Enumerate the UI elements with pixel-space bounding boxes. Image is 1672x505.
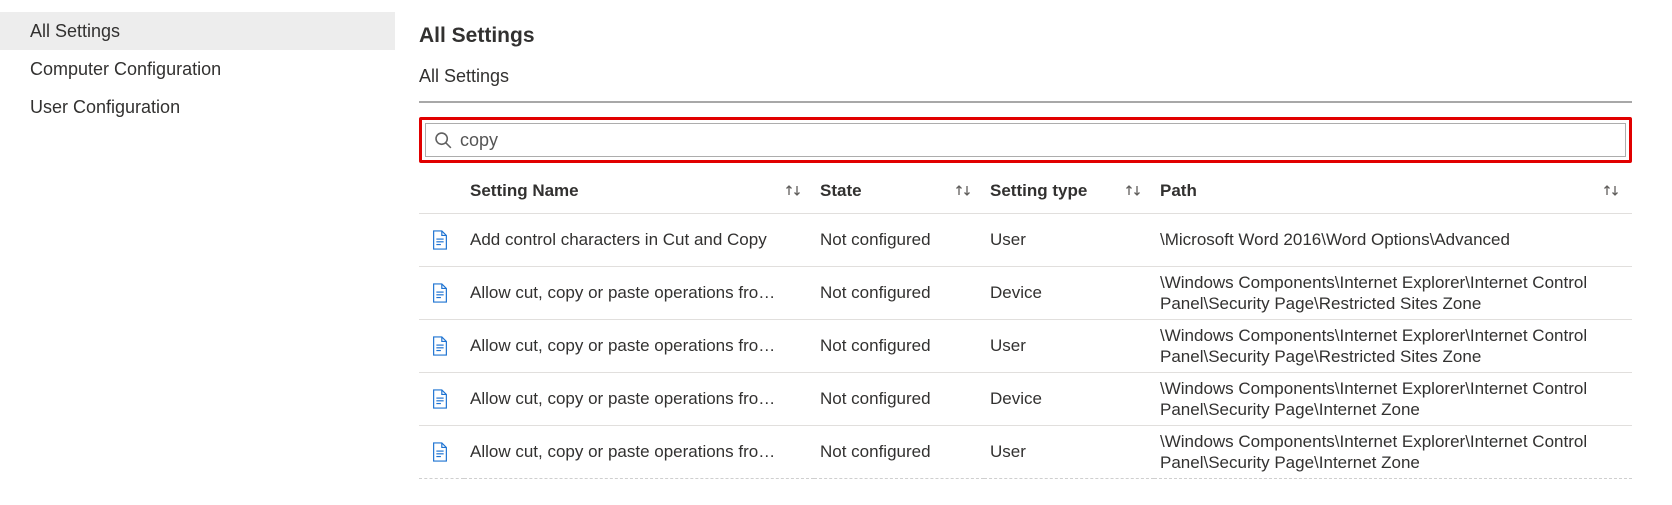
sort-icon[interactable] xyxy=(954,183,974,204)
cell-setting-type: User xyxy=(990,230,1026,249)
breadcrumb[interactable]: All Settings xyxy=(419,66,1632,87)
sidebar: All Settings Computer Configuration User… xyxy=(0,0,395,505)
column-header-state[interactable]: State xyxy=(814,171,984,214)
cell-state: Not configured xyxy=(820,336,931,355)
cell-setting-name: Allow cut, copy or paste operations fro… xyxy=(470,336,808,356)
column-header-label: State xyxy=(820,181,862,200)
cell-state: Not configured xyxy=(820,389,931,408)
settings-table-body: Add control characters in Cut and Copy N… xyxy=(419,214,1632,479)
table-row[interactable]: Allow cut, copy or paste operations fro…… xyxy=(419,267,1632,320)
cell-state: Not configured xyxy=(820,442,931,461)
table-row[interactable]: Add control characters in Cut and Copy N… xyxy=(419,214,1632,267)
cell-state: Not configured xyxy=(820,283,931,302)
column-header-label: Setting type xyxy=(990,181,1087,200)
search-highlight-box xyxy=(419,117,1632,163)
column-header-setting-name[interactable]: Setting Name xyxy=(464,171,814,214)
sort-icon[interactable] xyxy=(1124,183,1144,204)
sort-icon[interactable] xyxy=(784,183,804,204)
sort-icon[interactable] xyxy=(1602,183,1622,204)
cell-path: \Windows Components\Internet Explorer\In… xyxy=(1160,379,1587,419)
sidebar-item-computer-configuration[interactable]: Computer Configuration xyxy=(0,50,395,88)
cell-setting-name: Allow cut, copy or paste operations fro… xyxy=(470,442,808,462)
search-box[interactable] xyxy=(425,123,1626,157)
divider xyxy=(419,101,1632,103)
column-header-label: Path xyxy=(1160,181,1197,200)
page-title: All Settings xyxy=(419,24,1632,48)
cell-path: \Microsoft Word 2016\Word Options\Advanc… xyxy=(1160,230,1510,249)
document-icon xyxy=(431,389,449,409)
settings-table: Setting Name State xyxy=(419,171,1632,479)
cell-path: \Windows Components\Internet Explorer\In… xyxy=(1160,432,1587,472)
document-icon xyxy=(431,336,449,356)
cell-state: Not configured xyxy=(820,230,931,249)
sidebar-item-all-settings[interactable]: All Settings xyxy=(0,12,395,50)
document-icon xyxy=(431,283,449,303)
cell-path: \Windows Components\Internet Explorer\In… xyxy=(1160,326,1587,366)
table-row[interactable]: Allow cut, copy or paste operations fro…… xyxy=(419,426,1632,479)
column-header-path[interactable]: Path xyxy=(1154,171,1632,214)
cell-setting-type: Device xyxy=(990,283,1042,302)
cell-setting-type: Device xyxy=(990,389,1042,408)
document-icon xyxy=(431,442,449,462)
column-header-label: Setting Name xyxy=(470,181,579,200)
table-row[interactable]: Allow cut, copy or paste operations fro…… xyxy=(419,373,1632,426)
search-icon xyxy=(434,131,452,149)
cell-setting-type: User xyxy=(990,442,1026,461)
table-row[interactable]: Allow cut, copy or paste operations fro…… xyxy=(419,320,1632,373)
cell-setting-type: User xyxy=(990,336,1026,355)
search-input[interactable] xyxy=(452,130,1617,151)
cell-path: \Windows Components\Internet Explorer\In… xyxy=(1160,273,1587,313)
document-icon xyxy=(431,230,449,250)
cell-setting-name: Add control characters in Cut and Copy xyxy=(470,230,808,250)
column-header-icon xyxy=(419,171,464,214)
cell-setting-name: Allow cut, copy or paste operations fro… xyxy=(470,283,808,303)
sidebar-item-user-configuration[interactable]: User Configuration xyxy=(0,88,395,126)
column-header-setting-type[interactable]: Setting type xyxy=(984,171,1154,214)
cell-setting-name: Allow cut, copy or paste operations fro… xyxy=(470,389,808,409)
main-panel: All Settings All Settings Setting Name xyxy=(395,0,1672,505)
